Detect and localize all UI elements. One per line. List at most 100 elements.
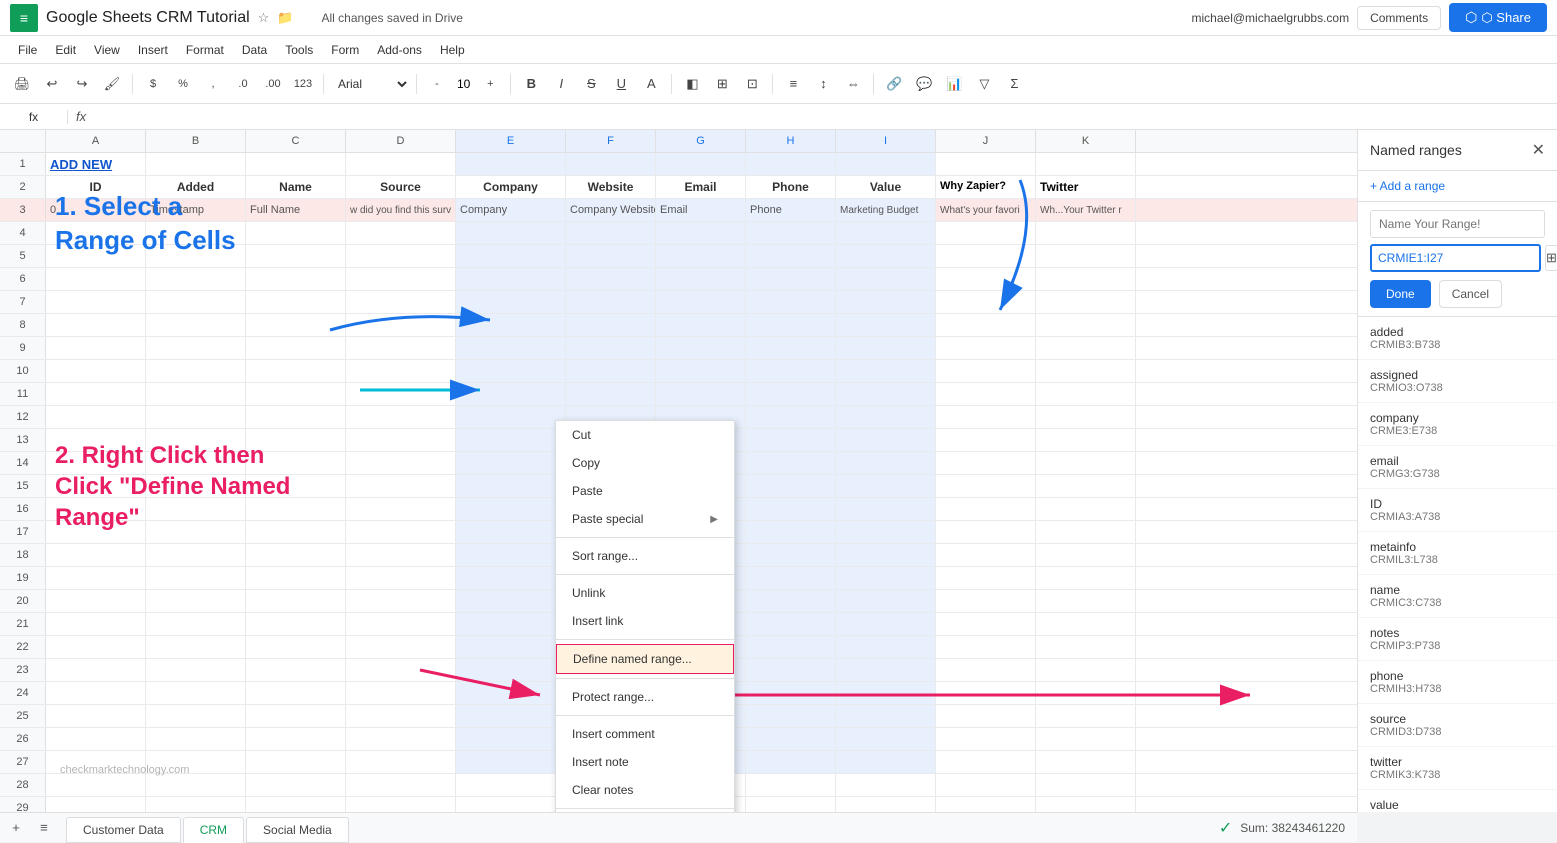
col-header-g[interactable]: G xyxy=(656,130,746,152)
cell-k20[interactable] xyxy=(1036,590,1136,612)
cell-h21[interactable] xyxy=(746,613,836,635)
cell-j20[interactable] xyxy=(936,590,1036,612)
cell-j2[interactable]: Why Zapier? xyxy=(936,176,1036,198)
link-button[interactable]: 🔗 xyxy=(880,70,908,98)
cell-j29[interactable] xyxy=(936,797,1036,812)
cell-b6[interactable] xyxy=(146,268,246,290)
cell-f9[interactable] xyxy=(566,337,656,359)
cell-reference[interactable]: fx xyxy=(8,110,68,124)
cell-k12[interactable] xyxy=(1036,406,1136,428)
cell-b1[interactable] xyxy=(146,153,246,175)
cell-i28[interactable] xyxy=(836,774,936,796)
cell-j26[interactable] xyxy=(936,728,1036,750)
cell-a20[interactable] xyxy=(46,590,146,612)
cell-f2[interactable]: Website xyxy=(566,176,656,198)
cell-c12[interactable] xyxy=(246,406,346,428)
cell-k24[interactable] xyxy=(1036,682,1136,704)
cell-k15[interactable] xyxy=(1036,475,1136,497)
cell-d5[interactable] xyxy=(346,245,456,267)
cell-i18[interactable] xyxy=(836,544,936,566)
cell-j13[interactable] xyxy=(936,429,1036,451)
col-header-b[interactable]: B xyxy=(146,130,246,152)
cell-j14[interactable] xyxy=(936,452,1036,474)
cell-h27[interactable] xyxy=(746,751,836,773)
cell-a3[interactable]: 0 xyxy=(46,199,146,221)
cell-e23[interactable] xyxy=(456,659,566,681)
add-range-link[interactable]: + Add a range xyxy=(1358,171,1557,202)
cell-k11[interactable] xyxy=(1036,383,1136,405)
cell-k17[interactable] xyxy=(1036,521,1136,543)
context-menu-insert-comment[interactable]: Insert comment xyxy=(556,720,734,748)
cell-h25[interactable] xyxy=(746,705,836,727)
merge-button[interactable]: ⊡ xyxy=(738,70,766,98)
col-header-j[interactable]: J xyxy=(936,130,1036,152)
cell-d27[interactable] xyxy=(346,751,456,773)
cell-j21[interactable] xyxy=(936,613,1036,635)
menu-file[interactable]: File xyxy=(10,39,45,61)
cell-b8[interactable] xyxy=(146,314,246,336)
cell-e18[interactable] xyxy=(456,544,566,566)
fill-color-button[interactable]: ◧ xyxy=(678,70,706,98)
cell-c2[interactable]: Name xyxy=(246,176,346,198)
text-color-button[interactable]: A xyxy=(637,70,665,98)
document-title[interactable]: Google Sheets CRM Tutorial xyxy=(46,9,250,27)
add-sheet-button[interactable]: + xyxy=(4,816,28,840)
cell-b25[interactable] xyxy=(146,705,246,727)
menu-form[interactable]: Form xyxy=(323,39,367,61)
cell-h16[interactable] xyxy=(746,498,836,520)
underline-button[interactable]: U xyxy=(607,70,635,98)
paint-format-button[interactable]: 🖌 xyxy=(98,70,126,98)
menu-data[interactable]: Data xyxy=(234,39,275,61)
folder-icon[interactable]: 📁 xyxy=(277,10,293,26)
align-right[interactable]: ⇔ xyxy=(839,70,867,98)
cell-d4[interactable] xyxy=(346,222,456,244)
menu-help[interactable]: Help xyxy=(432,39,473,61)
cell-f11[interactable] xyxy=(566,383,656,405)
add-new-link[interactable]: ADD NEW xyxy=(50,157,112,172)
align-middle[interactable]: ↕ xyxy=(809,70,837,98)
cell-i5[interactable] xyxy=(836,245,936,267)
col-header-c[interactable]: C xyxy=(246,130,346,152)
cell-d29[interactable] xyxy=(346,797,456,812)
cell-a1[interactable]: ADD NEW xyxy=(46,153,146,175)
cell-b11[interactable] xyxy=(146,383,246,405)
cell-c8[interactable] xyxy=(246,314,346,336)
cell-j18[interactable] xyxy=(936,544,1036,566)
named-range-item[interactable]: notesCRMIP3:P738 xyxy=(1358,618,1557,661)
cell-g4[interactable] xyxy=(656,222,746,244)
cell-c3[interactable]: Full Name xyxy=(246,199,346,221)
cell-e11[interactable] xyxy=(456,383,566,405)
cell-i12[interactable] xyxy=(836,406,936,428)
cell-d18[interactable] xyxy=(346,544,456,566)
cell-d26[interactable] xyxy=(346,728,456,750)
star-icon[interactable]: ☆ xyxy=(258,10,270,26)
cell-c15[interactable] xyxy=(246,475,346,497)
comma-button[interactable]: , xyxy=(199,70,227,98)
cell-k23[interactable] xyxy=(1036,659,1136,681)
function-button[interactable]: Σ xyxy=(1000,70,1028,98)
cell-a7[interactable] xyxy=(46,291,146,313)
cell-i20[interactable] xyxy=(836,590,936,612)
cell-k4[interactable] xyxy=(1036,222,1136,244)
cell-i9[interactable] xyxy=(836,337,936,359)
named-range-item[interactable]: assignedCRMIO3:O738 xyxy=(1358,360,1557,403)
cell-i13[interactable] xyxy=(836,429,936,451)
cell-c4[interactable] xyxy=(246,222,346,244)
cell-g6[interactable] xyxy=(656,268,746,290)
cell-a25[interactable] xyxy=(46,705,146,727)
cell-i16[interactable] xyxy=(836,498,936,520)
cell-i29[interactable] xyxy=(836,797,936,812)
named-range-item[interactable]: companyCRME3:E738 xyxy=(1358,403,1557,446)
cell-f5[interactable] xyxy=(566,245,656,267)
cell-j28[interactable] xyxy=(936,774,1036,796)
cell-a26[interactable] xyxy=(46,728,146,750)
undo-button[interactable]: ↩ xyxy=(38,70,66,98)
cell-e6[interactable] xyxy=(456,268,566,290)
redo-button[interactable]: ↪ xyxy=(68,70,96,98)
cell-b17[interactable] xyxy=(146,521,246,543)
sheet-list-button[interactable]: ≡ xyxy=(32,816,56,840)
cell-h11[interactable] xyxy=(746,383,836,405)
cell-d13[interactable] xyxy=(346,429,456,451)
cell-b19[interactable] xyxy=(146,567,246,589)
comment-button[interactable]: 💬 xyxy=(910,70,938,98)
